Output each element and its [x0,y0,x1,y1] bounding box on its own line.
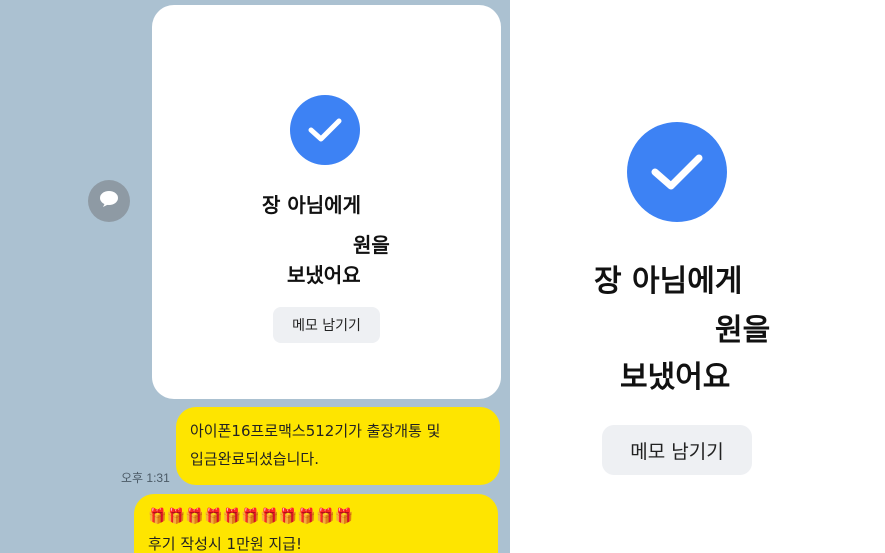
gift-emoji-row: 🎁🎁🎁🎁🎁🎁🎁🎁🎁🎁🎁 [148,507,354,525]
memo-button[interactable]: 메모 남기기 [602,425,752,475]
message-text: 아이폰16프로맥스512기가 출장개통 및 [190,422,441,440]
amount-suffix: 원을 [353,233,390,257]
message-bubble[interactable]: 🎁🎁🎁🎁🎁🎁🎁🎁🎁🎁🎁 후기 작성시 1만원 지급! [134,494,498,553]
redacted-amount [598,300,713,340]
memo-button[interactable]: 메모 남기기 [273,307,380,343]
amount-suffix: 원을 [715,313,771,348]
recipient-line: 장 아님에게 [262,193,361,217]
recipient-line: 장 아님에게 [594,264,743,299]
sent-text: 보냈어요 [620,360,731,395]
sent-text: 보냈어요 [287,263,361,287]
transfer-card: 장 아님에게 원을 보냈어요 메모 남기기 [152,5,501,399]
check-circle-icon [627,122,727,222]
zoomed-transfer-view: 장 아님에게 원을 보냈어요 메모 남기기 [510,0,885,553]
message-text: 후기 작성시 1만원 지급! [148,535,303,553]
share-button[interactable] [88,180,130,222]
redacted-amount [264,225,348,253]
message-text: 입금완료되셨습니다. [190,450,319,468]
message-time: 오후 1:31 [121,471,170,485]
message-bubble[interactable]: 아이폰16프로맥스512기가 출장개통 및 입금완료되셨습니다. [176,407,500,485]
chat-pane: 장 아님에게 원을 보냈어요 메모 남기기 아이폰16프로맥스512기가 출장개… [0,0,510,553]
speech-bubble-icon [99,190,119,213]
check-circle-icon [290,95,360,165]
